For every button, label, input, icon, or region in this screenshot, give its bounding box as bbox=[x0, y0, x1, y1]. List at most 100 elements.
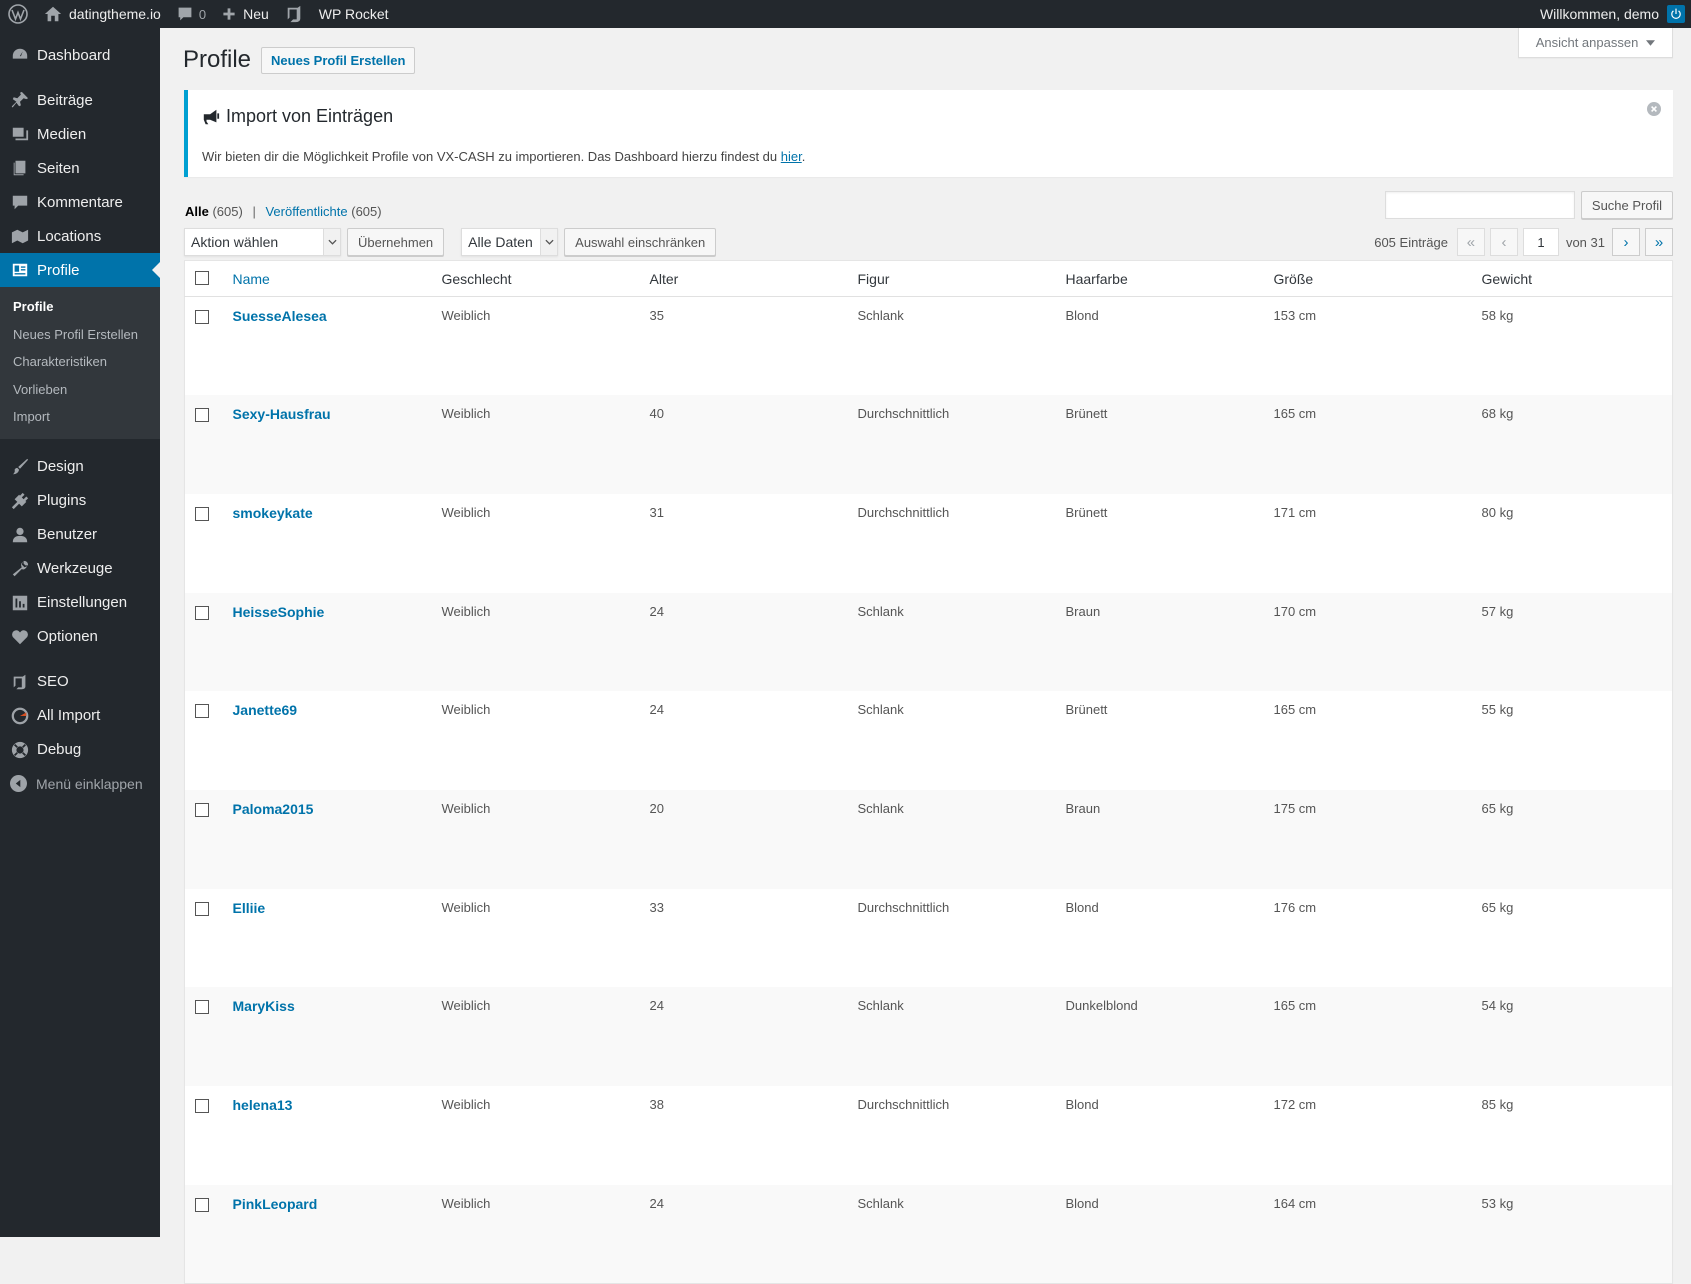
menu-label: Design bbox=[37, 458, 84, 475]
row-checkbox[interactable] bbox=[195, 1099, 209, 1113]
cell-groesse: 172 cm bbox=[1273, 1097, 1317, 1112]
menu-label: Einstellungen bbox=[37, 594, 128, 611]
megaphone-icon bbox=[203, 109, 220, 124]
profile-name-link[interactable]: PinkLeopard bbox=[233, 1196, 318, 1212]
search-button[interactable]: Suche Profil bbox=[1580, 191, 1673, 219]
notice-link[interactable]: hier bbox=[781, 149, 802, 164]
yoast-link[interactable] bbox=[277, 0, 311, 28]
profile-name-link[interactable]: Paloma2015 bbox=[233, 801, 314, 817]
collapse-menu-button[interactable]: Menü einklappen bbox=[0, 767, 160, 801]
submenu-vorlieben[interactable]: Vorlieben bbox=[0, 376, 160, 404]
table-row: Paloma2015 Weiblich 20 Schlank Braun 175 cm 65… bbox=[184, 789, 1673, 889]
submenu-profile[interactable]: Profile bbox=[0, 293, 160, 321]
column-header-haarfarbe: Haarfarbe bbox=[1055, 260, 1264, 297]
screen-options-toggle[interactable]: Ansicht anpassen bbox=[1518, 28, 1673, 58]
caret-down-icon bbox=[1646, 39, 1656, 46]
last-page-button[interactable]: » bbox=[1645, 228, 1673, 256]
view-published[interactable]: Veröffentlichte (605) bbox=[265, 204, 381, 219]
row-checkbox[interactable] bbox=[195, 310, 209, 324]
cell-name: smokeykate bbox=[223, 494, 432, 593]
profile-name-link[interactable]: MaryKiss bbox=[233, 998, 295, 1014]
cell-name: helena13 bbox=[223, 1086, 432, 1185]
row-checkbox[interactable] bbox=[195, 901, 209, 916]
profile-name-link[interactable]: HeisseSophie bbox=[233, 604, 325, 620]
add-new-profile-button[interactable]: Neues Profil Erstellen bbox=[261, 46, 416, 74]
row-checkbox[interactable] bbox=[195, 704, 209, 719]
menu-profile[interactable]: Profile bbox=[0, 253, 160, 287]
first-page-button[interactable]: « bbox=[1456, 228, 1485, 256]
menu-medien[interactable]: Medien bbox=[0, 117, 160, 151]
row-checkbox[interactable] bbox=[195, 1197, 209, 1212]
menu-all-import[interactable]: All Import bbox=[0, 699, 160, 733]
cell-name: Paloma2015 bbox=[222, 789, 432, 889]
menu-plugins[interactable]: Plugins bbox=[0, 484, 160, 518]
search-box: Suche Profil bbox=[1384, 191, 1673, 219]
cell-gewicht: 85 kg bbox=[1481, 1097, 1514, 1112]
menu-locations[interactable]: Locations bbox=[0, 219, 160, 253]
bulk-action-select[interactable]: Aktion wählen bbox=[184, 228, 341, 256]
my-account-link[interactable]: Willkommen, demo bbox=[1532, 0, 1659, 28]
date-filter-select[interactable]: Alle Daten bbox=[461, 228, 559, 256]
row-checkbox[interactable] bbox=[195, 1000, 209, 1015]
next-page-button[interactable]: › bbox=[1612, 228, 1640, 256]
menu-beitraege[interactable]: Beiträge bbox=[0, 83, 160, 117]
profile-name-link[interactable]: Sexy-Hausfrau bbox=[233, 406, 331, 422]
menu-seo[interactable]: SEO bbox=[0, 665, 160, 699]
row-checkbox[interactable] bbox=[195, 408, 209, 423]
cell-geschlecht: Weiblich bbox=[431, 789, 640, 889]
menu-werkzeuge[interactable]: Werkzeuge bbox=[0, 552, 160, 586]
table-row: PinkLeopard Weiblich 24 Schlank Blond 164 cm 5… bbox=[184, 1184, 1673, 1284]
profile-name-link[interactable]: Elliie bbox=[233, 900, 266, 916]
table-row: helena13 Weiblich 38 Durchschnittlich Blond 1… bbox=[185, 1086, 1673, 1185]
comments-link[interactable]: 0 bbox=[169, 0, 214, 28]
table-row: MaryKiss Weiblich 24 Schlank Dunkelblond 165 … bbox=[184, 987, 1673, 1086]
profile-name-link[interactable]: helena13 bbox=[233, 1097, 293, 1113]
apply-button[interactable]: Übernehmen bbox=[347, 228, 445, 256]
profile-name-link[interactable]: smokeykate bbox=[233, 505, 313, 521]
row-checkbox[interactable] bbox=[195, 506, 209, 521]
wordpress-logo-icon[interactable] bbox=[0, 0, 36, 28]
import-notice: Import von Einträgen Wir bieten dir die … bbox=[184, 90, 1673, 177]
menu-optionen[interactable]: Optionen bbox=[0, 620, 160, 654]
table-header-row: Name Geschlecht Alter Figur Haarfarbe Gr… bbox=[184, 260, 1673, 297]
view-published-label: Veröffentlichte bbox=[265, 204, 348, 219]
site-name-link[interactable]: datingtheme.io bbox=[36, 0, 169, 28]
column-header-name[interactable]: Name bbox=[233, 271, 270, 287]
search-input[interactable] bbox=[1384, 191, 1575, 219]
dismiss-icon[interactable] bbox=[1647, 102, 1661, 116]
menu-kommentare[interactable]: Kommentare bbox=[0, 185, 160, 219]
menu-design[interactable]: Design bbox=[0, 450, 160, 484]
menu-benutzer[interactable]: Benutzer bbox=[0, 518, 160, 552]
cell-geschlecht: Weiblich bbox=[441, 1097, 491, 1112]
menu-label: Seiten bbox=[37, 159, 80, 177]
filter-button[interactable]: Auswahl einschränken bbox=[564, 228, 717, 256]
menu-debug[interactable]: Debug bbox=[0, 733, 160, 767]
submenu-neues-profil[interactable]: Neues Profil Erstellen bbox=[0, 321, 160, 349]
row-checkbox[interactable] bbox=[195, 605, 209, 620]
cell-haarfarbe: Blond bbox=[1065, 899, 1099, 915]
menu-dashboard[interactable]: Dashboard bbox=[0, 38, 160, 72]
row-checkbox[interactable] bbox=[195, 802, 209, 817]
new-content-link[interactable]: Neu bbox=[214, 0, 277, 28]
cell-alter: 20 bbox=[639, 789, 848, 889]
view-all[interactable]: Alle (605) bbox=[185, 204, 243, 219]
profile-name-link[interactable]: SuesseAlesea bbox=[233, 308, 327, 324]
cell-figur: Schlank bbox=[847, 1184, 1056, 1284]
welcome-text: Willkommen, demo bbox=[1539, 6, 1659, 22]
brush-icon bbox=[12, 458, 29, 474]
menu-seiten[interactable]: Seiten bbox=[0, 151, 160, 185]
submenu-charakteristiken[interactable]: Charakteristiken bbox=[0, 348, 160, 376]
settings-icon bbox=[12, 595, 28, 610]
menu-label: Profile bbox=[37, 261, 80, 279]
prev-page-button[interactable]: ‹ bbox=[1489, 228, 1518, 256]
submenu-import[interactable]: Import bbox=[0, 403, 160, 431]
cell-haarfarbe: Blond bbox=[1055, 1184, 1264, 1284]
profile-name-link[interactable]: Janette69 bbox=[233, 702, 298, 718]
logout-icon[interactable] bbox=[1667, 5, 1685, 23]
select-all-checkbox[interactable] bbox=[195, 271, 209, 285]
menu-label: Beiträge bbox=[37, 91, 93, 109]
current-page-input[interactable]: 1 bbox=[1522, 228, 1559, 256]
menu-einstellungen[interactable]: Einstellungen bbox=[0, 586, 160, 620]
cell-geschlecht: Weiblich bbox=[441, 308, 491, 323]
wp-rocket-link[interactable]: WP Rocket bbox=[311, 0, 397, 28]
